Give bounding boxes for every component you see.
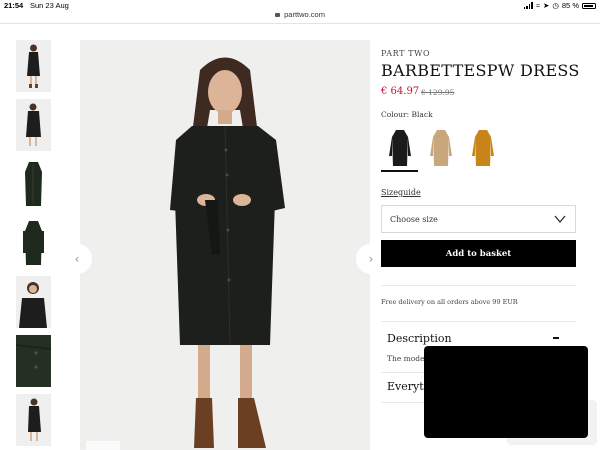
brand-name[interactable]: PART TWO bbox=[381, 49, 430, 58]
delivery-note: Free delivery on all orders above 99 EUR bbox=[381, 298, 518, 306]
status-time: 21:54 bbox=[4, 1, 24, 10]
divider bbox=[381, 285, 576, 286]
colour-swatch-mustard[interactable] bbox=[468, 128, 498, 168]
url-text: parttwo.com bbox=[284, 10, 325, 19]
size-select[interactable]: Choose size bbox=[381, 205, 576, 233]
status-date: Sun 23 Aug bbox=[30, 1, 69, 10]
description-accordion-header[interactable]: Description bbox=[387, 332, 452, 345]
product-title: BARBETTESPW DRESS bbox=[381, 61, 580, 80]
alarm-icon: ◷ bbox=[552, 1, 559, 10]
battery-icon bbox=[582, 2, 596, 9]
model-photo bbox=[80, 40, 370, 450]
divider bbox=[0, 23, 600, 24]
chevron-right-icon: › bbox=[368, 252, 374, 266]
collapse-icon[interactable] bbox=[553, 337, 559, 339]
chevron-left-icon: ‹ bbox=[74, 252, 80, 266]
image-caption-stub bbox=[86, 441, 120, 450]
divider bbox=[381, 321, 576, 322]
status-indicators: ≈ ➤ ◷ 85 % bbox=[523, 1, 596, 10]
address-bar[interactable]: parttwo.com bbox=[0, 10, 600, 22]
cellular-signal-icon bbox=[523, 2, 533, 9]
size-select-placeholder: Choose size bbox=[390, 215, 438, 224]
add-to-basket-button[interactable]: Add to basket bbox=[381, 240, 576, 267]
thumbnail-2[interactable] bbox=[16, 99, 51, 151]
sale-price: € 64.97 bbox=[381, 86, 420, 97]
colour-swatch-beige[interactable] bbox=[426, 128, 456, 168]
product-main-image[interactable] bbox=[80, 40, 370, 450]
lock-icon bbox=[275, 13, 281, 17]
chevron-down-icon bbox=[554, 215, 566, 223]
original-price: € 129.95 bbox=[421, 88, 455, 97]
thumbnail-4[interactable] bbox=[16, 217, 51, 269]
thumbnail-5[interactable] bbox=[16, 276, 51, 328]
battery-percent: 85 % bbox=[561, 1, 579, 10]
thumbnail-7[interactable] bbox=[16, 394, 51, 446]
sizeguide-link[interactable]: Sizeguide bbox=[381, 188, 421, 197]
previous-image-button[interactable]: ‹ bbox=[62, 244, 92, 274]
selected-swatch-indicator bbox=[381, 170, 418, 172]
thumbnail-1[interactable] bbox=[16, 40, 51, 92]
video-overlay[interactable] bbox=[424, 346, 588, 438]
description-text: The mode bbox=[387, 354, 425, 363]
colour-swatch-black[interactable] bbox=[385, 128, 415, 168]
location-icon: ➤ bbox=[543, 1, 550, 10]
thumbnail-6[interactable] bbox=[16, 335, 51, 387]
colour-label: Colour: Black bbox=[381, 110, 433, 119]
wifi-icon: ≈ bbox=[535, 1, 541, 10]
thumbnail-3[interactable] bbox=[16, 158, 51, 210]
